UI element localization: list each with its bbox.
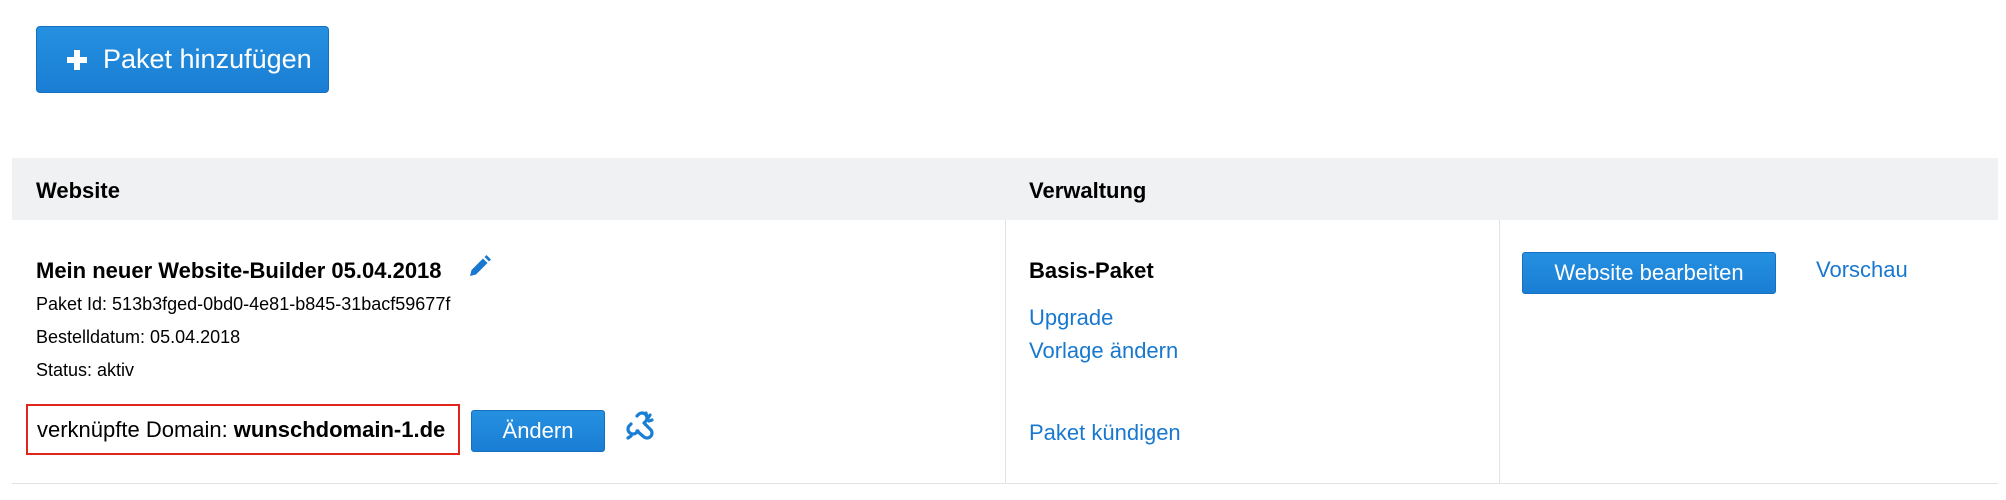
package-id: Paket Id: 513b3fged-0bd0-4e81-b845-31bac… — [36, 294, 451, 314]
row-divider — [12, 483, 1998, 484]
pencil-icon[interactable] — [466, 254, 492, 280]
status-text: Status: aktiv — [36, 360, 135, 380]
package-name: Basis-Paket — [1029, 258, 1154, 283]
cancel-package-link[interactable]: Paket kündigen — [1029, 420, 1181, 446]
preview-link[interactable]: Vorschau — [1816, 257, 1908, 283]
linked-domain-label: verknüpfte Domain: — [37, 416, 228, 442]
column-header-management: Verwaltung — [1029, 178, 1147, 203]
plus-icon — [67, 49, 87, 70]
table-header: Website Verwaltung — [12, 158, 1998, 220]
add-package-label: Paket hinzufügen — [103, 44, 312, 74]
unlink-icon[interactable] — [624, 410, 658, 444]
column-header-website: Website — [36, 178, 120, 203]
order-date: Bestelldatum: 05.04.2018 — [36, 327, 241, 347]
edit-website-button[interactable]: Website bearbeiten — [1522, 252, 1776, 294]
upgrade-link[interactable]: Upgrade — [1029, 305, 1113, 331]
column-divider — [1005, 220, 1006, 484]
column-divider — [1499, 220, 1500, 484]
change-domain-button[interactable]: Ändern — [471, 410, 605, 452]
linked-domain-value: wunschdomain-1.de — [233, 416, 446, 442]
change-template-link[interactable]: Vorlage ändern — [1029, 338, 1178, 364]
add-package-button[interactable]: Paket hinzufügen — [36, 26, 329, 93]
website-title: Mein neuer Website-Builder 05.04.2018 — [36, 258, 442, 283]
linked-domain: verknüpfte Domain: wunschdomain-1.de — [26, 404, 460, 455]
